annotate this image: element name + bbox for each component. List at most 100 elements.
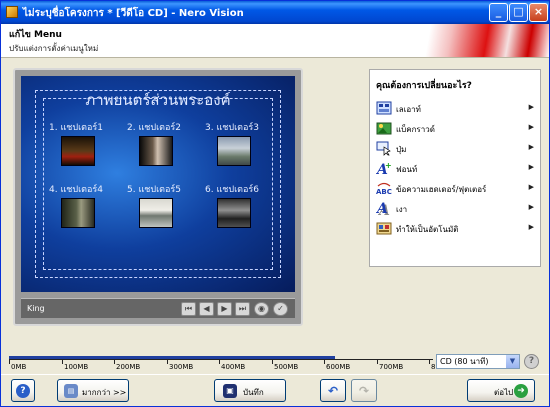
chapter-thumbnail-4[interactable] (61, 198, 95, 228)
menu-title[interactable]: ภาพยนตร์ส่วนพระองค์ (21, 88, 295, 112)
first-page-icon[interactable]: ⏮ (181, 302, 196, 316)
capacity-tick-label: 300MB (169, 363, 194, 371)
window-title: ไม่ระบุชื่อโครงการ * [วีดีโอ CD] - Nero … (23, 8, 244, 19)
font-icon: A + (375, 160, 392, 178)
page-header: แก้ไข Menu ปรับแต่งการตั้งค่าเมนูใหม่ (1, 24, 549, 58)
capacity-tick (377, 359, 378, 364)
side-item-label: เงา (396, 205, 408, 214)
side-item-label: แบ็คกราวด์ (396, 125, 435, 134)
save-icon: ▣ (223, 384, 237, 398)
help-icon: ? (16, 384, 30, 398)
capacity-tick (114, 359, 115, 364)
chevron-right-icon: ▶ (528, 103, 534, 111)
layout-icon (376, 100, 392, 116)
capacity-tick-label: 0MB (11, 363, 27, 371)
capacity-tick (219, 359, 220, 364)
more-button-label: มากกว่า >> (82, 388, 127, 397)
save-button-label: บันทึก (243, 388, 264, 397)
chapter-button-2[interactable]: 2. แชปเตอร์2 (127, 120, 181, 134)
undo-icon: ↶ (327, 384, 339, 398)
minimize-button[interactable]: _ (489, 3, 508, 22)
next-page-icon[interactable]: ▶ (217, 302, 232, 316)
chapter-thumbnail-6[interactable] (217, 198, 251, 228)
capacity-tick-label: 700MB (379, 363, 404, 371)
side-item-shadow[interactable]: AA เงา ▶ (374, 198, 538, 219)
chevron-right-icon: ▶ (528, 203, 534, 211)
chevron-right-icon: ▶ (528, 163, 534, 171)
chapter-thumbnail-1[interactable] (61, 136, 95, 166)
preview-bar-label: King (27, 304, 45, 313)
header-banner-graphic (409, 24, 549, 57)
app-icon (6, 6, 18, 18)
side-item-label: เลเอาท์ (396, 105, 421, 114)
capacity-tick-label: 400MB (221, 363, 246, 371)
side-item-label: ข้อความเฮดเดอร์/ฟุตเตอร์ (396, 185, 487, 194)
remote-control-icon[interactable]: ◉ (254, 302, 269, 316)
disc-type-value: CD (80 นาที) (440, 357, 489, 366)
capacity-tick (272, 359, 273, 364)
capacity-tick (324, 359, 325, 364)
side-item-label: ฟอนท์ (396, 165, 418, 174)
side-item-background[interactable]: แบ็คกราวด์ ▶ (374, 118, 538, 138)
svg-text:ABC: ABC (376, 188, 392, 196)
header-footer-text-icon: ABC (376, 180, 392, 196)
previous-page-icon[interactable]: ◀ (199, 302, 214, 316)
chevron-down-icon[interactable]: ▼ (505, 355, 519, 368)
last-page-icon[interactable]: ⏭ (235, 302, 250, 316)
chevron-right-icon: ▶ (528, 143, 534, 151)
nero-vision-window: ไม่ระบุชื่อโครงการ * [วีดีโอ CD] - Nero … (0, 0, 550, 407)
side-item-font[interactable]: A + ฟอนท์ ▶ (374, 158, 538, 178)
confirm-icon[interactable]: ✓ (273, 302, 288, 316)
redo-icon: ↷ (358, 384, 370, 398)
chapter-thumbnail-2[interactable] (139, 136, 173, 166)
capacity-tick-label: 600MB (326, 363, 351, 371)
chapter-button-6[interactable]: 6. แชปเตอร์6 (205, 182, 259, 196)
more-options-icon: ▤ (64, 384, 78, 398)
buttons-icon (376, 140, 392, 156)
capacity-tick-label: 100MB (64, 363, 89, 371)
capacity-axis-line (9, 359, 433, 360)
what-to-change-panel: คุณต้องการเปลี่ยนอะไร? เลเอาท์ ▶ แบ็คกรา… (369, 69, 541, 267)
next-arrow-icon: ➜ (514, 384, 528, 398)
menu-preview-canvas[interactable]: ภาพยนตร์ส่วนพระองค์ 1. แชปเตอร์1 2. แชปเ… (21, 76, 295, 292)
side-item-buttons[interactable]: ปุ่ม ▶ (374, 138, 538, 158)
capacity-help-icon[interactable]: ? (524, 354, 539, 369)
disc-type-select[interactable]: CD (80 นาที) ▼ (436, 354, 520, 369)
chapter-button-5[interactable]: 5. แชปเตอร์5 (127, 182, 181, 196)
chapter-button-3[interactable]: 3. แชปเตอร์3 (205, 120, 259, 134)
side-item-automate[interactable]: ทำให้เป็นอัตโนมัติ ▶ (374, 218, 538, 238)
help-button[interactable]: ? (11, 379, 35, 402)
chevron-right-icon: ▶ (528, 183, 534, 191)
chevron-right-icon: ▶ (528, 223, 534, 231)
disc-capacity-bar: 0MB100MB200MB300MB400MB500MB600MB700MB80… (9, 351, 455, 373)
maximize-button[interactable]: □ (509, 3, 528, 22)
preview-control-bar: King ⏮ ◀ ▶ ⏭ ◉ ✓ (21, 298, 295, 318)
panel-heading: คุณต้องการเปลี่ยนอะไร? (376, 81, 472, 91)
chapter-thumbnail-5[interactable] (139, 198, 173, 228)
menu-preview-frame: ภาพยนตร์ส่วนพระองค์ 1. แชปเตอร์1 2. แชปเ… (13, 68, 303, 326)
svg-text:A: A (376, 201, 388, 216)
capacity-tick-label: 500MB (274, 363, 299, 371)
more-button[interactable]: ▤ มากกว่า >> (57, 379, 129, 402)
chapter-button-1[interactable]: 1. แชปเตอร์1 (49, 120, 103, 134)
shadow-icon: AA (375, 200, 392, 219)
capacity-tick (429, 359, 430, 364)
side-item-layout[interactable]: เลเอาท์ ▶ (374, 98, 538, 118)
bottom-toolbar: ? ▤ มากกว่า >> ▣ บันทึก ↶ ↷ ต่อไป ➜ (1, 374, 549, 406)
chapter-button-4[interactable]: 4. แชปเตอร์4 (49, 182, 103, 196)
title-bar[interactable]: ไม่ระบุชื่อโครงการ * [วีดีโอ CD] - Nero … (1, 1, 549, 24)
close-button[interactable]: × (529, 3, 548, 22)
undo-button[interactable]: ↶ (320, 379, 346, 402)
capacity-tick (9, 359, 10, 364)
background-icon (376, 120, 392, 136)
redo-button[interactable]: ↷ (351, 379, 377, 402)
save-button[interactable]: ▣ บันทึก (214, 379, 286, 402)
side-item-header-footer-text[interactable]: ABC ข้อความเฮดเดอร์/ฟุตเตอร์ ▶ (374, 178, 538, 198)
page-subtitle: ปรับแต่งการตั้งค่าเมนูใหม่ (9, 44, 99, 53)
side-item-label: ทำให้เป็นอัตโนมัติ (396, 225, 459, 234)
chapter-thumbnail-3[interactable] (217, 136, 251, 166)
capacity-tick (167, 359, 168, 364)
side-item-label: ปุ่ม (396, 145, 407, 154)
automate-icon (376, 220, 392, 236)
next-button[interactable]: ต่อไป ➜ (467, 379, 535, 402)
